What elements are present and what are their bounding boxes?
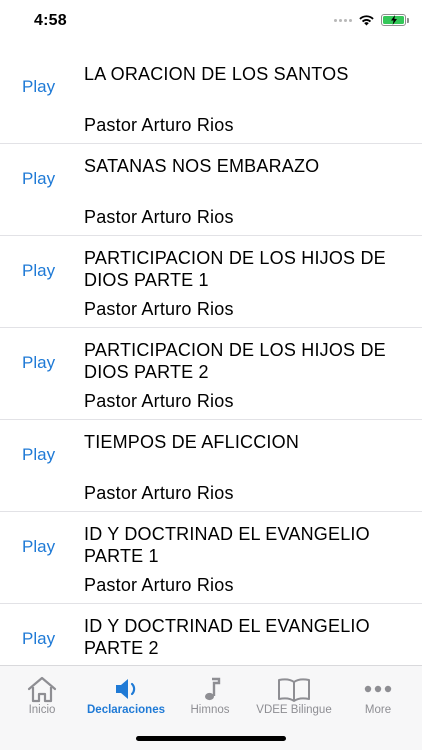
sermon-author: Pastor Arturo Rios [84, 483, 234, 503]
status-icons [334, 14, 409, 26]
tab-label: Himnos [190, 704, 230, 716]
home-indicator[interactable] [136, 736, 286, 741]
tab-label: Inicio [28, 704, 56, 716]
play-button[interactable]: Play [22, 169, 55, 189]
list-item[interactable]: Play TIEMPOS DE AFLICCION Pastor Arturo … [0, 420, 422, 512]
status-time: 4:58 [34, 12, 67, 29]
sermon-title: PARTICIPACION DE LOS HIJOS DE DIOS PARTE… [84, 340, 386, 382]
play-button[interactable]: Play [22, 445, 55, 465]
list-item[interactable]: Play ID Y DOCTRINAD EL EVANGELIO PARTE 1… [0, 512, 422, 604]
tab-more[interactable]: More [336, 666, 420, 726]
play-button[interactable]: Play [22, 261, 55, 281]
sermon-title: ID Y DOCTRINAD EL EVANGELIO PARTE 2 [84, 616, 370, 658]
book-icon [278, 678, 310, 702]
sermon-author: Pastor Arturo Rios [84, 299, 234, 319]
sermon-title: ID Y DOCTRINAD EL EVANGELIO PARTE 1 [84, 524, 370, 566]
sermon-title: PARTICIPACION DE LOS HIJOS DE DIOS PARTE… [84, 248, 386, 290]
music-note-icon [205, 677, 221, 701]
sermon-author: Pastor Arturo Rios [84, 391, 234, 411]
tab-declaraciones[interactable]: Declaraciones [84, 666, 168, 726]
more-icon [364, 685, 392, 693]
sermon-author: Pastor Arturo Rios [84, 207, 234, 227]
list-item[interactable]: Play SATANAS NOS EMBARAZO Pastor Arturo … [0, 144, 422, 236]
home-icon [27, 676, 57, 703]
sermon-author: Pastor Arturo Rios [84, 575, 234, 595]
sermon-title: TIEMPOS DE AFLICCION [84, 432, 300, 452]
tab-label: More [364, 704, 392, 716]
tab-label: VDEE Bilingue [256, 704, 332, 716]
play-button[interactable]: Play [22, 77, 55, 97]
tab-inicio[interactable]: Inicio [0, 666, 84, 726]
sermon-author: Pastor Arturo Rios [84, 115, 234, 135]
sermon-list: Play LA ORACION DE LOS SANTOS Pastor Art… [0, 52, 422, 696]
tab-himnos[interactable]: Himnos [168, 666, 252, 726]
wifi-icon [359, 15, 374, 26]
status-bar: 4:58 [0, 0, 422, 44]
play-button[interactable]: Play [22, 537, 55, 557]
tab-label: Declaraciones [87, 704, 165, 716]
battery-icon [381, 14, 409, 26]
signal-icon [334, 18, 352, 22]
sermon-title: LA ORACION DE LOS SANTOS [84, 64, 349, 84]
tab-vdee-bilingue[interactable]: VDEE Bilingue [252, 666, 336, 726]
list-item[interactable]: Play PARTICIPACION DE LOS HIJOS DE DIOS … [0, 236, 422, 328]
play-button[interactable]: Play [22, 353, 55, 373]
play-button[interactable]: Play [22, 629, 55, 649]
speaker-icon [116, 679, 136, 699]
list-item[interactable]: Play PARTICIPACION DE LOS HIJOS DE DIOS … [0, 328, 422, 420]
list-item[interactable]: Play LA ORACION DE LOS SANTOS Pastor Art… [0, 52, 422, 144]
sermon-title: SATANAS NOS EMBARAZO [84, 156, 320, 176]
